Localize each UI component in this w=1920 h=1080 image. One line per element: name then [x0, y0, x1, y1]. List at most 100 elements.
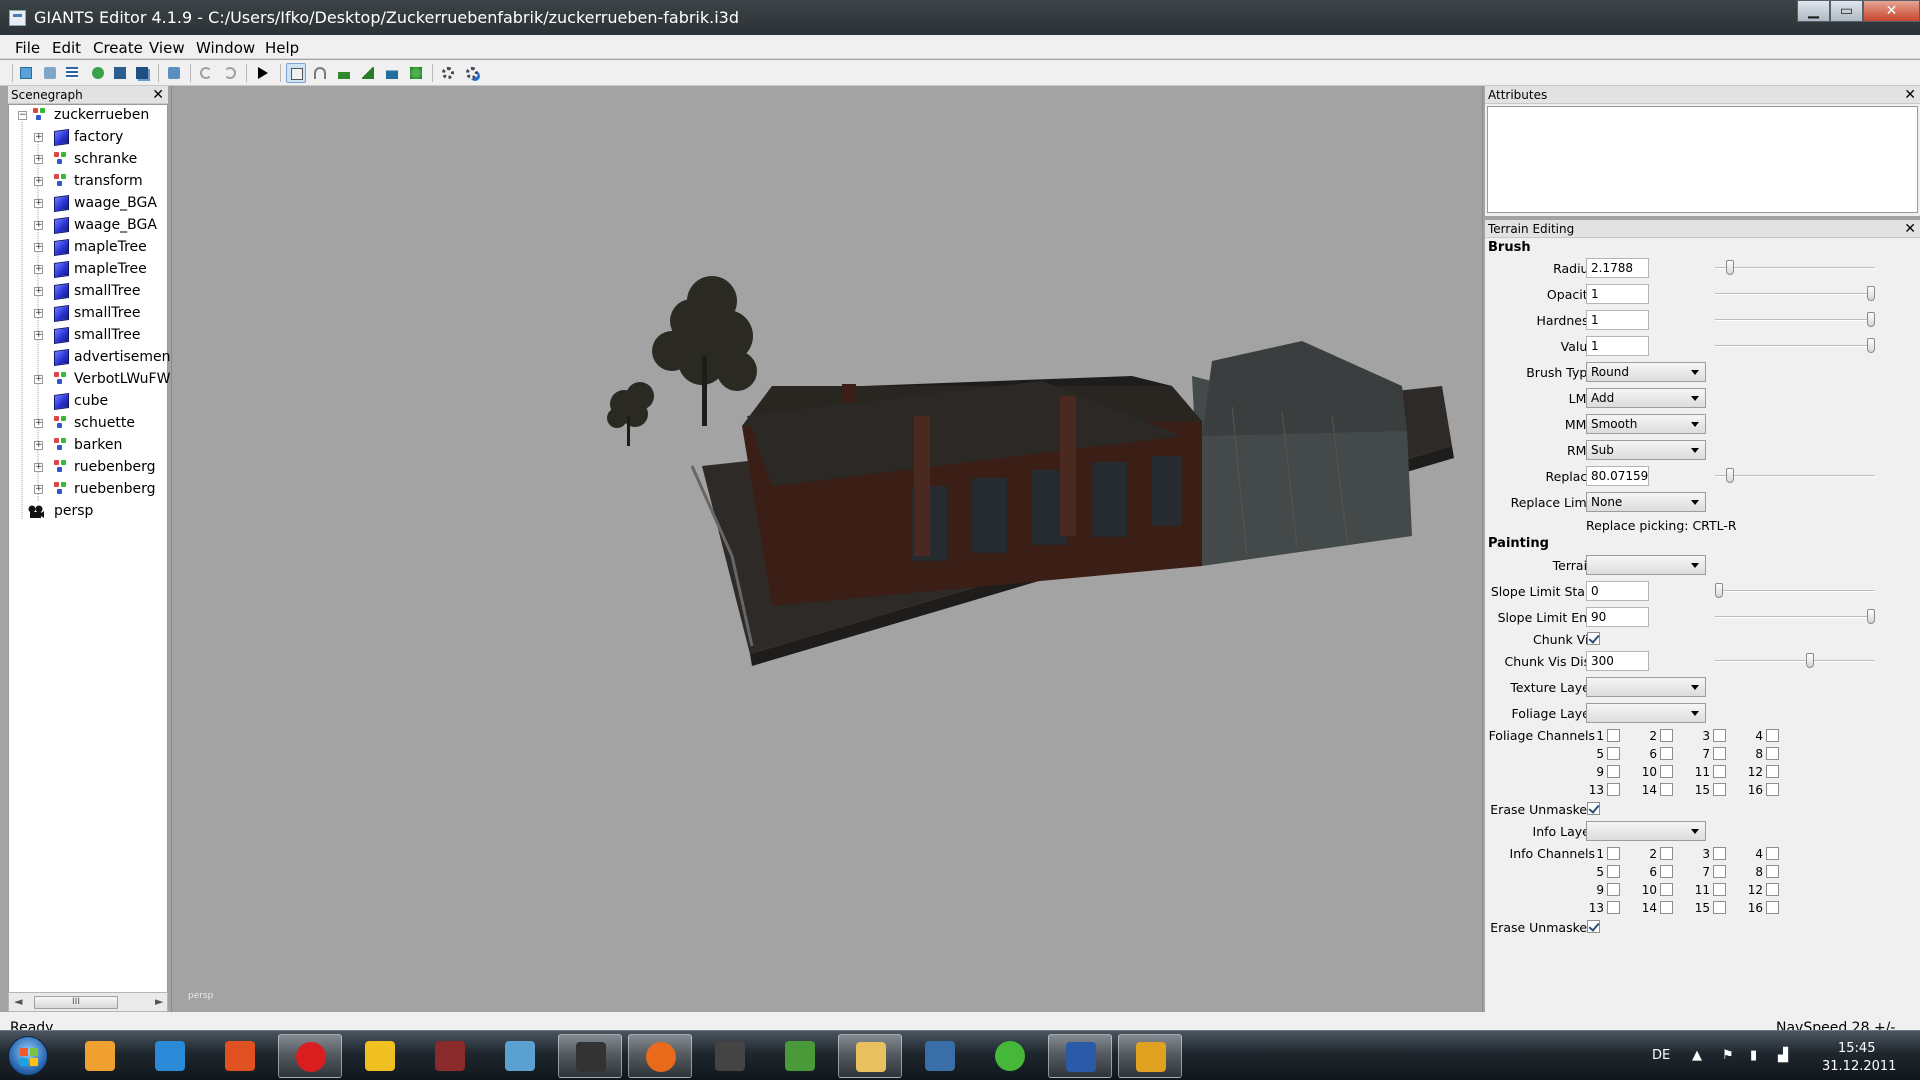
channel-checkbox[interactable]: [1660, 729, 1673, 742]
channel-checkbox[interactable]: [1660, 901, 1673, 914]
info-layer-select[interactable]: [1586, 821, 1706, 841]
channel-checkbox[interactable]: [1607, 901, 1620, 914]
editor-app-blue-icon[interactable]: [1048, 1034, 1112, 1078]
opacity-slider-track[interactable]: [1715, 293, 1875, 295]
opacity-slider-handle[interactable]: [1867, 286, 1875, 301]
channel-checkbox[interactable]: [1660, 847, 1673, 860]
expand-icon[interactable]: +: [34, 199, 43, 208]
chunk-vis-checkbox[interactable]: [1587, 632, 1600, 645]
radius-field[interactable]: 2.1788: [1586, 258, 1649, 278]
channel-checkbox[interactable]: [1713, 883, 1726, 896]
tree-item[interactable]: cube: [9, 391, 167, 413]
channel-checkbox[interactable]: [1713, 747, 1726, 760]
expand-icon[interactable]: +: [34, 265, 43, 274]
tree-item[interactable]: + factory: [9, 127, 167, 149]
expand-icon[interactable]: +: [34, 463, 43, 472]
slope-start-slider-track[interactable]: [1715, 590, 1875, 592]
paint-palette-icon[interactable]: [488, 1034, 552, 1078]
radius-slider-track[interactable]: [1715, 267, 1875, 269]
rmb-select[interactable]: Sub: [1586, 440, 1706, 460]
expand-icon[interactable]: +: [34, 177, 43, 186]
tree-item-root[interactable]: − zuckerrueben: [9, 105, 167, 127]
terrain-sculpt-icon[interactable]: [334, 63, 354, 83]
firefox-icon[interactable]: [628, 1034, 692, 1078]
scroll-left-icon[interactable]: ◄: [14, 995, 22, 1008]
radius-slider-handle[interactable]: [1725, 260, 1734, 275]
erase-unmasked-info-checkbox[interactable]: [1587, 920, 1600, 933]
channel-checkbox[interactable]: [1660, 883, 1673, 896]
scenegraph-tree[interactable]: − zuckerrueben + factory + schranke + transfo…: [8, 104, 171, 994]
tree-item[interactable]: + ruebenberg: [9, 479, 167, 501]
tree-item[interactable]: + smallTree: [9, 281, 167, 303]
tree-item[interactable]: + VerbotLWuFW: [9, 369, 170, 391]
channel-checkbox[interactable]: [1713, 729, 1726, 742]
undo-icon[interactable]: [196, 63, 216, 83]
foliage-layer-select[interactable]: [1586, 703, 1706, 723]
list-icon[interactable]: [62, 63, 82, 83]
export-icon[interactable]: [164, 63, 184, 83]
save-icon[interactable]: [110, 63, 130, 83]
gear-search-icon[interactable]: [462, 63, 482, 83]
channel-checkbox[interactable]: [1607, 765, 1620, 778]
value-slider-track[interactable]: [1715, 345, 1875, 347]
scenegraph-close-icon[interactable]: ✕: [152, 86, 164, 104]
erase-unmasked-checkbox[interactable]: [1587, 802, 1600, 815]
new-icon[interactable]: [16, 63, 36, 83]
open-icon[interactable]: [40, 63, 60, 83]
move-mode-icon[interactable]: [310, 63, 330, 83]
terrain-editing-close-icon[interactable]: ✕: [1904, 220, 1916, 238]
expand-icon[interactable]: +: [34, 441, 43, 450]
title-bar[interactable]: GIANTS Editor 4.1.9 - C:/Users/Ifko/Desk…: [0, 0, 1920, 35]
opacity-field[interactable]: 1: [1586, 284, 1649, 304]
expand-icon[interactable]: +: [34, 331, 43, 340]
slope-limit-start-field[interactable]: 0: [1586, 581, 1649, 601]
agent-app-icon[interactable]: [558, 1034, 622, 1078]
slope-end-slider-handle[interactable]: [1867, 609, 1875, 624]
texture-layer-select[interactable]: [1586, 677, 1706, 697]
clock-date[interactable]: 31.12.2011: [1822, 1059, 1896, 1074]
tree-item[interactable]: + waage_BGA: [9, 193, 167, 215]
minimize-button[interactable]: ▁: [1797, 0, 1830, 22]
expand-icon[interactable]: +: [34, 221, 43, 230]
hardness-slider-handle[interactable]: [1867, 312, 1875, 327]
replace-limit-select[interactable]: None: [1586, 492, 1706, 512]
select-mode-icon[interactable]: [286, 63, 306, 83]
scroll-right-icon[interactable]: ►: [155, 995, 163, 1008]
explorer-folder-icon[interactable]: [838, 1034, 902, 1078]
editor-app-yellow-icon[interactable]: [1118, 1034, 1182, 1078]
flag-icon[interactable]: ⚑: [1722, 1048, 1734, 1063]
channel-checkbox[interactable]: [1607, 783, 1620, 796]
brush-type-select[interactable]: Round: [1586, 362, 1706, 382]
tree-item[interactable]: + ruebenberg: [9, 457, 167, 479]
giants-monitor-icon[interactable]: [908, 1034, 972, 1078]
channel-checkbox[interactable]: [1607, 729, 1620, 742]
hardness-field[interactable]: 1: [1586, 310, 1649, 330]
slope-start-slider-handle[interactable]: [1715, 583, 1723, 598]
menu-create[interactable]: Create: [93, 39, 143, 57]
expand-icon[interactable]: +: [34, 419, 43, 428]
value-field[interactable]: 1: [1586, 336, 1649, 356]
expand-icon[interactable]: +: [34, 375, 43, 384]
clock-time[interactable]: 15:45: [1838, 1041, 1875, 1056]
slope-limit-end-field[interactable]: 90: [1586, 607, 1649, 627]
tree-item-camera[interactable]: persp: [9, 501, 167, 523]
hardness-slider-track[interactable]: [1715, 319, 1875, 321]
foliage-paint-icon[interactable]: [382, 63, 402, 83]
channel-checkbox[interactable]: [1660, 747, 1673, 760]
fendt-tractor-icon[interactable]: [768, 1034, 832, 1078]
tree-item[interactable]: + smallTree: [9, 303, 167, 325]
tree-item[interactable]: + waage_BGA: [9, 215, 167, 237]
menu-edit[interactable]: Edit: [52, 39, 81, 57]
channel-checkbox[interactable]: [1607, 883, 1620, 896]
tree-item[interactable]: + mapleTree: [9, 237, 167, 259]
3d-viewport[interactable]: persp: [171, 86, 1483, 1012]
channel-checkbox[interactable]: [1713, 765, 1726, 778]
channel-checkbox[interactable]: [1766, 729, 1779, 742]
foliage-icon[interactable]: [406, 63, 426, 83]
mmb-select[interactable]: Smooth: [1586, 414, 1706, 434]
chunk-vis-dist-slider-handle[interactable]: [1806, 653, 1815, 668]
channel-checkbox[interactable]: [1713, 865, 1726, 878]
channel-checkbox[interactable]: [1660, 783, 1673, 796]
tree-item[interactable]: + barken: [9, 435, 167, 457]
refresh-icon[interactable]: [88, 63, 108, 83]
